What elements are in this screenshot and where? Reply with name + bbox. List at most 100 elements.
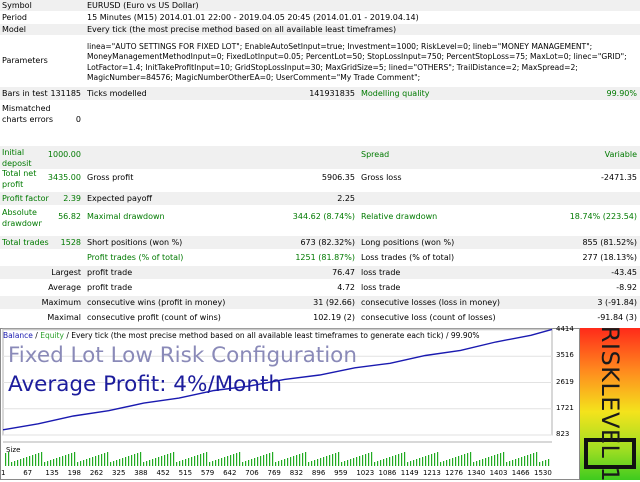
deposit-label: Initial deposit: [2, 148, 32, 168]
profittrades-label: Profit trades (% of total): [87, 253, 184, 262]
volume-bar: [422, 457, 424, 466]
volume-bar: [536, 452, 538, 466]
x-tick-label: 452: [156, 469, 170, 477]
volume-bar: [80, 461, 82, 466]
y-tick-label: 4414: [556, 325, 574, 334]
x-tick-label: 198: [67, 469, 81, 477]
volume-bar: [206, 452, 208, 466]
largest-profit-value: 76.47: [332, 268, 355, 277]
netprofit-value: 3435.00: [47, 173, 81, 182]
volume-bar: [389, 457, 391, 466]
volume-bar: [74, 452, 76, 466]
volume-bar: [122, 458, 124, 466]
profittrades-value: 1251 (81.87%): [295, 253, 355, 262]
row-parameters: Parameters linea="AUTO SETTINGS FOR FIXE…: [0, 37, 640, 85]
row-maximum: Maximum consecutive wins (profit in mone…: [0, 296, 640, 309]
volume-bar: [92, 457, 94, 466]
volume-bar: [137, 453, 139, 466]
volume-bar: [263, 455, 265, 466]
volume-bar: [227, 456, 229, 466]
volume-bar: [278, 461, 280, 466]
volume-bar: [26, 457, 28, 466]
volume-bar: [167, 454, 169, 466]
x-tick-label: 959: [334, 469, 348, 477]
volume-bar: [419, 458, 421, 466]
volume-bar: [344, 461, 346, 466]
quality-label: Modelling quality: [361, 89, 430, 98]
absdd-value: 56.82: [58, 212, 81, 221]
volume-bar: [449, 459, 451, 466]
volume-bar: [236, 453, 238, 466]
losstrades-label: Loss trades (% of total): [361, 253, 455, 262]
volume-bar: [317, 459, 319, 466]
row-model: Model Every tick (the most precise metho…: [0, 24, 640, 35]
volume-bar: [326, 456, 328, 466]
volume-bar: [164, 455, 166, 466]
maxdd-label: Maximal drawdown: [87, 212, 165, 221]
legend-balance[interactable]: Balance: [3, 331, 33, 340]
volume-bar: [479, 460, 481, 466]
volume-bar: [281, 460, 283, 466]
row-drawdown: Absolute drawdown 56.82 Maximal drawdown…: [0, 207, 640, 230]
x-tick-label: 1213: [422, 469, 441, 477]
y-tick-label: 2619: [556, 377, 574, 386]
volume-bar: [35, 454, 37, 466]
volume-bar: [116, 460, 118, 466]
short-value: 673 (82.32%): [300, 238, 355, 247]
volume-bar: [155, 458, 157, 466]
volume-bar: [443, 461, 445, 466]
volume-bar: [386, 458, 388, 466]
volume-bar: [248, 460, 250, 466]
volume-bar: [428, 455, 430, 466]
volume-bar: [65, 455, 67, 466]
volume-bar: [254, 458, 256, 466]
volume-bar: [332, 454, 334, 466]
row-maximal: Maximal consecutive profit (count of win…: [0, 311, 640, 324]
overlay-subtitle: Average Profit: 4%/Month: [8, 372, 283, 397]
volume-bar: [209, 462, 211, 466]
volume-bar: [530, 454, 532, 466]
volume-bar: [212, 461, 214, 466]
volume-bar: [374, 462, 376, 466]
long-label: Long positions (won %): [361, 238, 455, 247]
x-tick-label: 706: [245, 469, 259, 477]
volume-bar: [119, 459, 121, 466]
volume-bar: [437, 452, 439, 466]
volume-bar: [173, 452, 175, 466]
x-tick-label: 1086: [378, 469, 397, 477]
payoff-value: 2.25: [337, 194, 355, 203]
volume-bar: [41, 452, 43, 466]
volume-bar: [38, 453, 40, 466]
maximal-label: Maximal: [47, 313, 81, 322]
volume-bar: [407, 462, 409, 466]
reldd-label: Relative drawdown: [361, 212, 438, 221]
volume-bar: [533, 453, 535, 466]
volume-bar: [485, 458, 487, 466]
pf-value: 2.39: [63, 194, 81, 203]
maxlosses-value: 3 (-91.84): [597, 298, 637, 307]
volume-bar: [461, 455, 463, 466]
x-tick-label: 1530: [534, 469, 552, 477]
volume-bar: [314, 460, 316, 466]
volume-bar: [521, 457, 523, 466]
volume-bar: [359, 456, 361, 466]
volume-bar: [128, 456, 130, 466]
volume-bar: [398, 454, 400, 466]
volume-bar: [401, 453, 403, 466]
volume-bar: [158, 457, 160, 466]
volume-bar: [5, 453, 7, 466]
netprofit-label: Total net profit: [2, 169, 37, 189]
volume-bar: [98, 455, 100, 466]
volume-bar: [239, 452, 241, 466]
y-tick-label: 823: [556, 430, 570, 438]
volume-bar: [59, 457, 61, 466]
largest-loss-label: loss trade: [361, 268, 401, 277]
legend-equity[interactable]: Equity: [40, 331, 64, 340]
volume-bar: [113, 461, 115, 466]
ticks-label: Ticks modelled: [87, 89, 147, 98]
volume-bar: [395, 455, 397, 466]
maximallosses-label: consecutive loss (count of losses): [361, 313, 496, 322]
volume-bar: [242, 462, 244, 466]
volume-bar: [464, 454, 466, 466]
ticks-value: 141931835: [309, 89, 355, 98]
